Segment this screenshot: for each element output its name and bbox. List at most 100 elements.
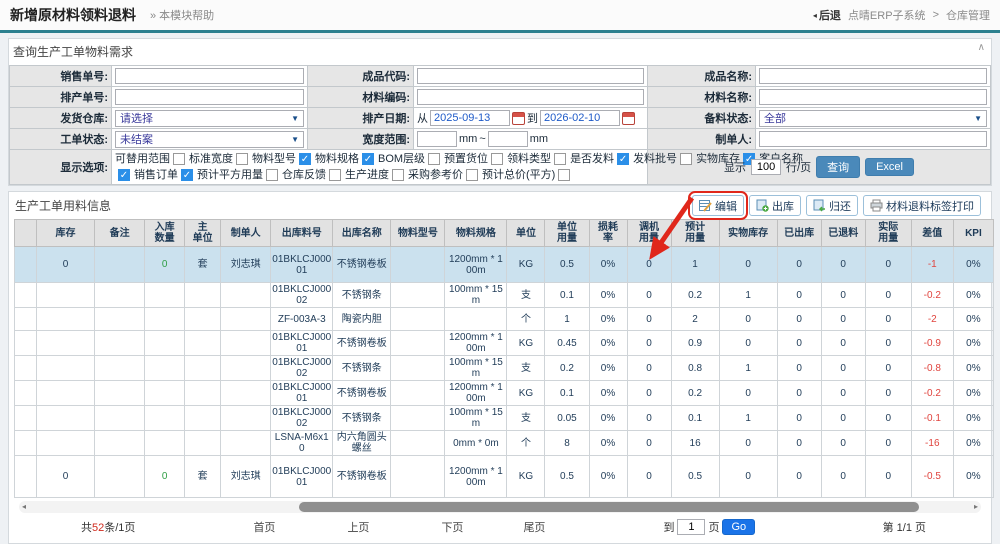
excel-button[interactable]: Excel — [865, 158, 914, 176]
checkbox[interactable] — [554, 153, 566, 165]
table-cell — [15, 283, 37, 308]
table-cell: 0 — [145, 247, 185, 283]
checkbox[interactable]: ✓ — [118, 169, 130, 181]
breadcrumb-system[interactable]: 点晴ERP子系统 — [848, 7, 926, 23]
edit-button[interactable]: 编辑 — [692, 195, 744, 216]
table-cell: 1200mm * 100m — [445, 456, 507, 498]
checkbox[interactable] — [558, 169, 570, 181]
display-option: BOM层级 — [378, 151, 440, 167]
print-label-button[interactable]: 材料退料标签打印 — [863, 195, 981, 216]
collapse-icon[interactable]: ∧ — [978, 42, 985, 53]
checkbox[interactable]: ✓ — [299, 153, 311, 165]
table-cell: 0 — [777, 308, 821, 331]
table-row[interactable]: ZF-003A-3陶瓷内胆个10%020000-20% — [15, 308, 994, 331]
sales-no-input[interactable] — [115, 68, 304, 84]
display-option-label: 是否发料 — [570, 151, 614, 167]
table-cell: KG — [507, 331, 545, 356]
pagesize-suffix: 行/页 — [786, 159, 811, 175]
checkbox[interactable]: ✓ — [362, 153, 374, 165]
checkbox[interactable]: ✓ — [181, 169, 193, 181]
table-cell: 0 — [865, 308, 911, 331]
scroll-right-icon[interactable]: ▸ — [974, 502, 978, 512]
return-button[interactable]: 归还 — [806, 195, 858, 216]
table-row[interactable]: 01BKLCJ00001不锈钢卷板1200mm * 100mKG0.450%00… — [15, 331, 994, 356]
table-cell — [221, 308, 271, 331]
horizontal-scrollbar[interactable]: ◂ ▸ — [19, 501, 981, 513]
breadcrumb-section[interactable]: 仓库管理 — [946, 7, 990, 23]
table-row[interactable]: LSNA-M6x10内六角圆头螺丝0mm * 0m个80%0160000-160… — [15, 431, 994, 456]
last-page-link[interactable]: 尾页 — [523, 519, 545, 535]
display-option-label: BOM层级 — [378, 151, 425, 167]
search-form: 销售单号: 成品代码: 成品名称: 排产单号: 材料编码: 材料名称: 发货仓库… — [9, 65, 991, 185]
schedule-no-label: 排产单号: — [10, 87, 112, 108]
go-button[interactable]: Go — [722, 519, 755, 535]
stock-status-select[interactable]: 全部▼ — [759, 110, 987, 127]
table-row[interactable]: 01BKLCJ00001不锈钢卷板1200mm * 100mKG0.10%00.… — [15, 381, 994, 406]
calendar-icon[interactable] — [512, 112, 525, 125]
table-row[interactable]: 01BKLCJ00002不锈钢条100mm * 15m支0.050%00.110… — [15, 406, 994, 431]
material-name-input[interactable] — [759, 89, 987, 105]
checkbox[interactable] — [266, 169, 278, 181]
next-page-link[interactable]: 下页 — [441, 519, 463, 535]
checkbox[interactable] — [236, 153, 248, 165]
module-help-link[interactable]: » 本模块帮助 — [150, 7, 214, 23]
table-cell — [185, 283, 221, 308]
width-min-input[interactable] — [417, 131, 457, 147]
maker-input[interactable] — [759, 131, 987, 147]
table-cell: 0 — [777, 431, 821, 456]
order-status-label: 工单状态: — [10, 129, 112, 150]
schedule-no-input[interactable] — [115, 89, 304, 105]
table-cell: 0 — [865, 381, 911, 406]
table-cell — [37, 331, 95, 356]
date-from-input[interactable] — [430, 110, 510, 126]
first-page-link[interactable]: 首页 — [253, 519, 275, 535]
column-header: 差值 — [911, 220, 953, 247]
order-status-select[interactable]: 未结案▼ — [115, 131, 304, 148]
table-cell: 0.1 — [545, 381, 589, 406]
product-code-input[interactable] — [417, 68, 644, 84]
checkbox[interactable] — [392, 169, 404, 181]
prev-page-link[interactable]: 上页 — [347, 519, 369, 535]
table-cell: 支 — [507, 406, 545, 431]
table-row[interactable]: 01BKLCJ00002不锈钢条100mm * 15m支0.20%00.8100… — [15, 356, 994, 381]
table-cell: 01BKLCJ00001 — [271, 247, 333, 283]
material-code-input[interactable] — [417, 89, 644, 105]
outbound-button[interactable]: 出库 — [749, 195, 801, 216]
display-option: 领料类型 — [507, 151, 566, 167]
checkbox[interactable] — [466, 169, 478, 181]
table-cell: 0 — [865, 283, 911, 308]
table-cell: 0mm * 0m — [445, 431, 507, 456]
checkbox[interactable] — [491, 153, 503, 165]
checkbox[interactable]: ✓ — [617, 153, 629, 165]
table-row[interactable]: 00套刘志琪01BKLCJ00001不锈钢卷板1200mm * 100mKG0.… — [15, 247, 994, 283]
table-cell: -0.1 — [911, 406, 953, 431]
warehouse-select[interactable]: 请选择▼ — [115, 110, 304, 127]
scroll-left-icon[interactable]: ◂ — [22, 502, 26, 512]
date-to-input[interactable] — [540, 110, 620, 126]
display-option: 采购参考价 — [408, 167, 478, 183]
column-header: 已退料 — [821, 220, 865, 247]
calendar-icon[interactable] — [622, 112, 635, 125]
width-max-input[interactable] — [488, 131, 528, 147]
table-row[interactable]: 01BKLCJ00002不锈钢条100mm * 15m支0.10%00.2100… — [15, 283, 994, 308]
display-option-label: 预计平方用量 — [197, 167, 263, 183]
product-name-input[interactable] — [759, 68, 987, 84]
checkbox[interactable] — [680, 153, 692, 165]
checkbox[interactable] — [173, 153, 185, 165]
query-button[interactable]: 查询 — [816, 156, 860, 178]
back-button[interactable]: ◂后退 — [813, 7, 841, 23]
goto-page-input[interactable] — [677, 519, 705, 535]
table-cell: 0 — [821, 308, 865, 331]
table-cell — [185, 406, 221, 431]
checkbox[interactable] — [428, 153, 440, 165]
display-option: 预置货位 — [444, 151, 503, 167]
material-name-label: 材料名称: — [648, 87, 756, 108]
pagesize-input[interactable] — [751, 159, 781, 175]
table-cell — [391, 356, 445, 381]
table-cell: 0.1 — [545, 283, 589, 308]
scrollbar-handle[interactable] — [299, 502, 919, 512]
table-cell: 0.5 — [545, 456, 589, 498]
table-row[interactable]: 00套刘志琪01BKLCJ00001不锈钢卷板1200mm * 100mKG0.… — [15, 456, 994, 498]
table-cell: 刘志琪 — [221, 247, 271, 283]
checkbox[interactable] — [329, 169, 341, 181]
